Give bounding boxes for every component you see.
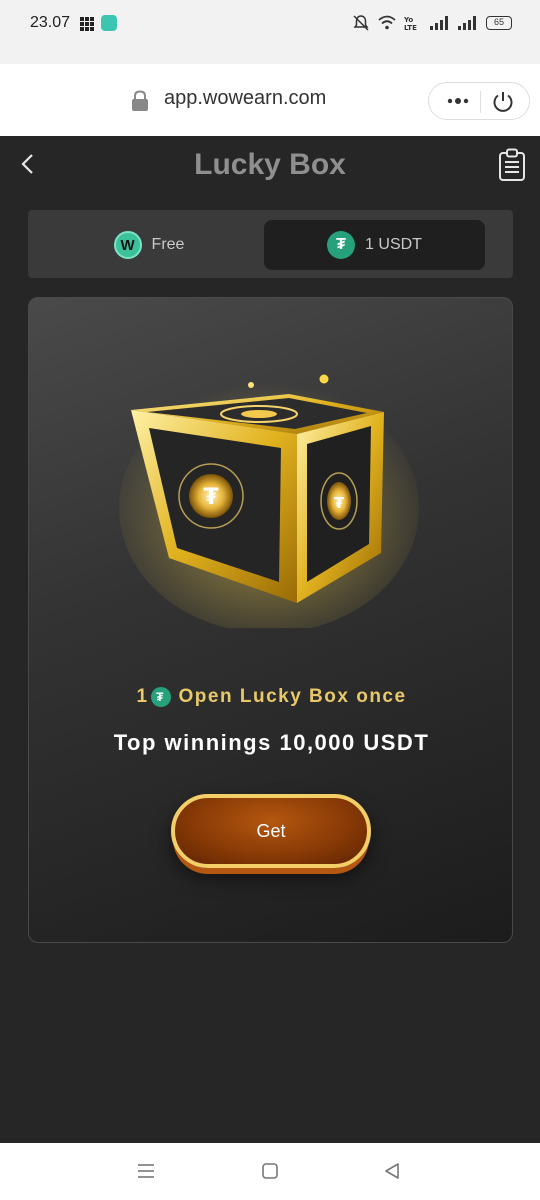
tab-free[interactable]: W Free (36, 220, 262, 270)
browser-address-bar: app.wowearn.com (0, 64, 540, 136)
lucky-box-card: ₮ ₮ 1 ₮ Open Lucky Box once Top winnings… (28, 297, 513, 943)
status-time: 23.07 (30, 14, 71, 31)
status-bar: 23.07 Yo LTE 65 (0, 0, 540, 64)
battery-icon: 65 (486, 16, 512, 30)
svg-text:LTE: LTE (404, 24, 417, 31)
browser-controls (428, 82, 530, 120)
controls-divider (480, 91, 481, 113)
clipboard-icon[interactable] (498, 148, 526, 182)
wifi-icon (378, 15, 396, 30)
battery-level: 65 (493, 17, 504, 27)
signal-1-icon (430, 16, 448, 30)
system-nav-bar (0, 1143, 540, 1200)
top-winnings: Top winnings 10,000 USDT (113, 730, 430, 755)
notification-app-icon (101, 15, 117, 31)
tab-usdt[interactable]: ₮ 1 USDT (264, 220, 485, 270)
open-box-cost: 1 ₮ Open Lucky Box once (29, 686, 514, 708)
status-icons: Yo LTE 65 (352, 14, 512, 32)
more-options-icon[interactable] (447, 95, 469, 107)
recent-apps-icon[interactable] (137, 1163, 155, 1179)
lock-icon (132, 90, 148, 111)
get-button[interactable]: Get (171, 794, 371, 868)
cost-amount: 1 (136, 686, 149, 707)
tether-icon: ₮ (327, 231, 356, 259)
cost-text: Open Lucky Box once (178, 686, 407, 707)
svg-text:Yo: Yo (404, 16, 413, 24)
mute-bell-icon (353, 15, 369, 31)
apps-grid-icon (80, 17, 94, 31)
tab-usdt-label: 1 USDT (365, 236, 422, 253)
signal-2-icon (458, 16, 476, 30)
svg-text:₮: ₮ (334, 494, 345, 512)
page-title: Lucky Box (194, 148, 346, 181)
volte-icon: Yo LTE (404, 16, 417, 31)
box-type-tabs: W Free ₮ 1 USDT (28, 210, 513, 278)
tether-small-icon: ₮ (150, 687, 171, 707)
w-coin-icon: W (113, 231, 142, 259)
lucky-box-illustration: ₮ ₮ (119, 374, 419, 628)
system-back-icon[interactable] (383, 1162, 401, 1180)
power-icon[interactable] (491, 90, 515, 114)
app-header: Lucky Box (0, 136, 540, 198)
home-icon[interactable] (262, 1163, 278, 1179)
svg-text:₮: ₮ (203, 485, 219, 510)
tab-free-label: Free (151, 236, 185, 253)
url-text[interactable]: app.wowearn.com (164, 87, 326, 110)
